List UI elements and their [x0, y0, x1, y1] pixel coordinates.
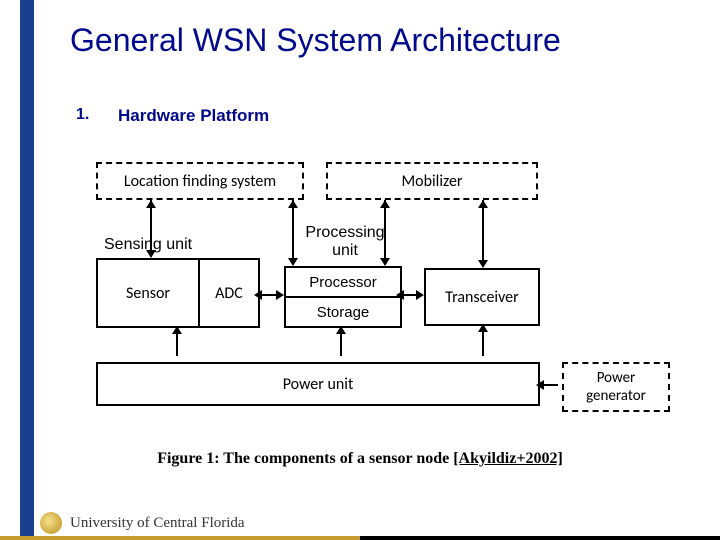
box-power-generator: Power generator [562, 362, 670, 412]
arrowhead [172, 326, 182, 334]
arrow [482, 200, 484, 260]
footer-bar [0, 536, 720, 540]
arrowhead [254, 290, 262, 300]
arrowhead [478, 324, 488, 332]
cell-storage: Storage [286, 296, 400, 326]
arrowhead [380, 200, 390, 208]
box-power-unit: Power unit [96, 362, 540, 406]
arrowhead [380, 258, 390, 266]
box-sensing-unit: Sensor ADC [96, 258, 260, 328]
figure-caption: Figure 1: The components of a sensor nod… [0, 450, 720, 468]
caption-text: Figure 1: The components of a sensor nod… [157, 450, 449, 467]
cell-adc: ADC [200, 260, 258, 326]
arrowhead [396, 290, 404, 300]
arrowhead [478, 260, 488, 268]
box-mobilizer: Mobilizer [326, 162, 538, 200]
arrowhead [336, 326, 346, 334]
arrowhead [416, 290, 424, 300]
list-number: 1. [76, 106, 89, 124]
footer: University of Central Florida [0, 506, 720, 540]
box-location-finding: Location finding system [96, 162, 304, 200]
arrow [542, 384, 558, 386]
arrow [384, 200, 386, 258]
box-processing-unit: Processor Storage [284, 266, 402, 328]
arrowhead [146, 250, 156, 258]
university-name: University of Central Florida [70, 515, 245, 532]
box-transceiver: Transceiver [424, 268, 540, 326]
ucf-logo-icon [40, 512, 62, 534]
arrowhead [288, 200, 298, 208]
page-title: General WSN System Architecture [70, 22, 561, 59]
arrowhead [536, 380, 544, 390]
arrowhead [478, 200, 488, 208]
list-label: Hardware Platform [118, 106, 269, 126]
cell-processor: Processor [286, 268, 400, 296]
arrow [292, 200, 294, 258]
arrowhead [276, 290, 284, 300]
caption-citation: [Akyildiz+2002] [453, 450, 563, 467]
arrowhead [288, 258, 298, 266]
arrowhead [146, 200, 156, 208]
cell-sensor: Sensor [98, 260, 200, 326]
